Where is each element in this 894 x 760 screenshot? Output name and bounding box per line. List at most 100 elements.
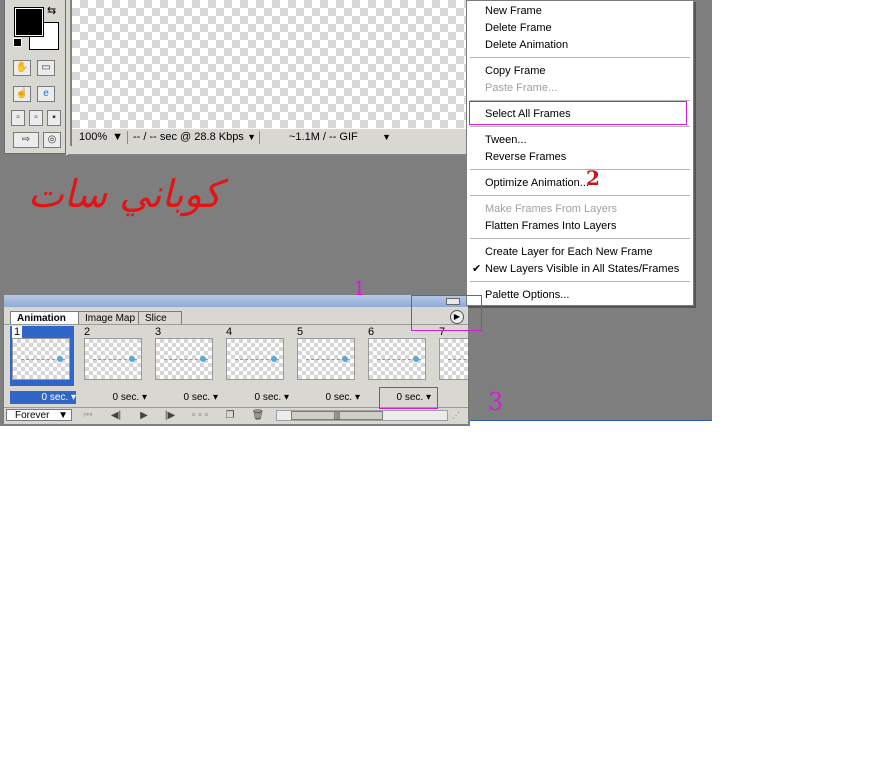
browser-preview-icon[interactable]: e	[37, 86, 55, 102]
menu-item-copy-frame[interactable]: Copy Frame	[467, 63, 693, 80]
file-info-select[interactable]: ~1.1M / -- GIF ▼	[264, 131, 393, 144]
menu-separator	[470, 281, 690, 282]
file-info-value: ~1.1M / -- GIF	[289, 131, 358, 143]
frame-delay-select[interactable]: 0 sec. ▾	[81, 391, 148, 404]
preview-icon[interactable]: ▭	[37, 60, 55, 76]
frame-delay-select[interactable]: 0 sec. ▾	[223, 391, 290, 404]
frame-thumbnail	[368, 338, 426, 380]
next-frame-icon[interactable]: |▶	[160, 409, 180, 422]
menu-item-palette-options[interactable]: Palette Options...	[467, 287, 693, 304]
hand-tool-icon[interactable]: ✋	[13, 60, 31, 76]
frame-thumbnail	[155, 338, 213, 380]
menu-item-make-frames-from-layers: Make Frames From Layers	[485, 203, 618, 215]
frame-7[interactable]: 7	[437, 326, 468, 386]
frame-number: 2	[84, 326, 91, 338]
tab-animation[interactable]: Animation	[10, 311, 81, 325]
frame-delay-value: 0 sec.	[41, 392, 69, 403]
frame-thumbnail	[297, 338, 355, 380]
tween-icon[interactable]: ∘∘∘	[190, 409, 210, 422]
scrollbar-thumb[interactable]: |||	[291, 411, 383, 420]
document-window-border	[68, 146, 466, 155]
toolbox-border	[66, 0, 71, 155]
chevron-down-icon: ▼	[247, 132, 256, 142]
checkmark-icon: ✔	[472, 263, 482, 275]
menu-separator	[470, 126, 690, 127]
menu-item-reverse-frames[interactable]: Reverse Frames	[467, 149, 693, 166]
document-canvas[interactable]	[72, 0, 466, 128]
signature-text: كوباني سات	[28, 172, 222, 216]
download-time-value: -- / -- sec @ 28.8 Kbps	[133, 131, 244, 143]
standard-screen-mode-icon[interactable]: ▫	[11, 110, 25, 126]
chevron-down-icon: ▼	[58, 410, 68, 421]
rollover-tool-icon[interactable]: ☝	[13, 86, 31, 102]
menu-item-delete-animation[interactable]: Delete Animation	[467, 37, 693, 54]
download-time-select[interactable]: -- / -- sec @ 28.8 Kbps ▼	[130, 131, 260, 144]
frame-delay-select[interactable]: 0 sec. ▾	[294, 391, 361, 404]
menu-item-new-frame[interactable]: New Frame	[467, 3, 693, 20]
highlight-frame-delay	[379, 387, 438, 409]
play-icon[interactable]: ▶	[134, 409, 154, 422]
menu-separator	[470, 169, 690, 170]
resize-grip-icon[interactable]: ⋰	[452, 411, 460, 420]
frame-delay-value: 0 sec.	[112, 392, 140, 403]
step-1-marker: 1	[353, 276, 366, 300]
menu-item-delete-frame[interactable]: Delete Frame	[467, 20, 693, 37]
full-screen-menu-mode-icon[interactable]: ▫	[29, 110, 43, 126]
loop-value: Forever	[15, 410, 50, 421]
foreground-color-swatch[interactable]	[14, 7, 44, 37]
frame-4[interactable]: 4	[224, 326, 288, 386]
step-2-marker: 2	[586, 166, 600, 190]
chevron-down-icon: ▼	[112, 131, 123, 143]
frame-2[interactable]: 2	[82, 326, 146, 386]
canvas-status-bar: 100% ▼ -- / -- sec @ 28.8 Kbps ▼ ~1.1M /…	[72, 128, 466, 146]
frame-thumbnail	[12, 338, 70, 380]
frames-scrollbar[interactable]: |||	[276, 410, 448, 421]
highlight-palette-menu-button	[411, 295, 482, 331]
trash-icon[interactable]: 🗑	[248, 409, 268, 422]
full-screen-mode-icon[interactable]: ▪	[47, 110, 61, 126]
frame-thumbnail	[226, 338, 284, 380]
palette-context-menu: New Frame Delete Frame Delete Animation …	[466, 0, 694, 306]
loop-select[interactable]: Forever ▼	[6, 409, 72, 421]
workspace-bottom-strip	[470, 420, 712, 426]
frame-delay-value: 0 sec.	[325, 392, 353, 403]
tab-divider	[4, 324, 468, 325]
frame-number: 4	[226, 326, 233, 338]
menu-item-tween[interactable]: Tween...	[467, 132, 693, 149]
frame-number: 1	[12, 326, 23, 338]
frame-3[interactable]: 3	[153, 326, 217, 386]
frame-delay-value: 0 sec.	[254, 392, 282, 403]
menu-separator	[470, 57, 690, 58]
frame-delay-select[interactable]: 0 sec. ▾	[152, 391, 219, 404]
default-colors-icon[interactable]	[13, 38, 22, 47]
toolbox: ⇆ ✋ ▭ ☝ e ▫ ▫ ▪ ⇨ ◎	[4, 0, 66, 154]
first-frame-icon[interactable]: ⏮	[78, 409, 98, 422]
menu-item-label: New Layers Visible in All States/Frames	[485, 263, 680, 275]
menu-item-optimize-animation[interactable]: Optimize Animation...	[467, 175, 693, 192]
chevron-down-icon: ▼	[382, 132, 391, 142]
menu-item-paste-frame: Paste Frame...	[485, 82, 558, 94]
frame-thumbnail	[439, 338, 468, 380]
menu-item-new-layers-visible[interactable]: ✔ New Layers Visible in All States/Frame…	[467, 261, 693, 278]
frame-number: 5	[297, 326, 304, 338]
frame-delay-select[interactable]: 0 sec. ▾	[10, 391, 76, 404]
menu-separator	[470, 195, 690, 196]
zoom-value: 100%	[79, 131, 108, 143]
jump-to-application-icon[interactable]: ◎	[43, 132, 61, 148]
menu-item-flatten-frames-into-layers[interactable]: Flatten Frames Into Layers	[467, 218, 693, 235]
frame-number: 6	[368, 326, 375, 338]
frame-6[interactable]: 6	[366, 326, 430, 386]
frame-thumbnail	[84, 338, 142, 380]
previous-frame-icon[interactable]: ◀|	[106, 409, 126, 422]
zoom-select[interactable]: 100% ▼	[76, 131, 128, 144]
frame-1[interactable]: 1	[10, 326, 74, 386]
menu-item-create-layer-for-each-new-frame[interactable]: Create Layer for Each New Frame	[467, 244, 693, 261]
swap-colors-icon[interactable]: ⇆	[47, 4, 56, 17]
step-3-marker: 3	[488, 388, 504, 416]
tab-slice[interactable]: Slice	[138, 311, 182, 325]
jump-to-photoshop-icon[interactable]: ⇨	[13, 132, 39, 148]
frame-5[interactable]: 5	[295, 326, 359, 386]
frame-delay-value: 0 sec.	[183, 392, 211, 403]
duplicate-frame-icon[interactable]: ❐	[220, 409, 240, 422]
palette-title-bar[interactable]	[4, 295, 468, 307]
